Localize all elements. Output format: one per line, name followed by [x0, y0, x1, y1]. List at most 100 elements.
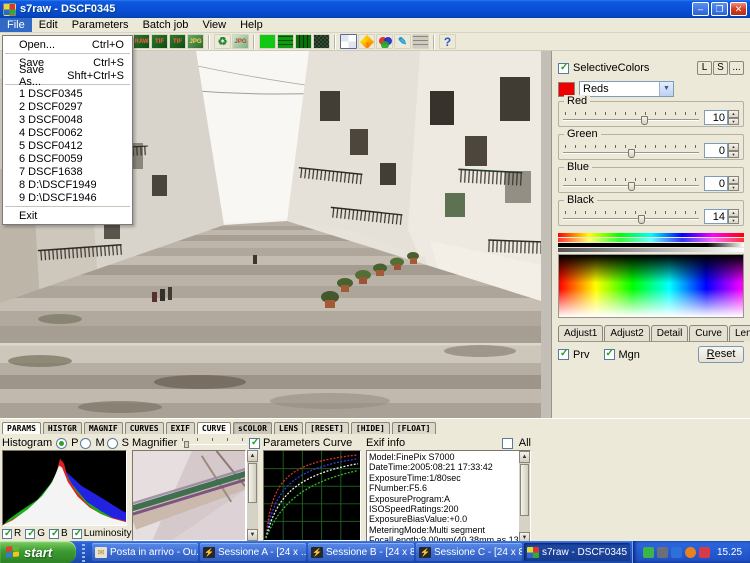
pen-tool-icon[interactable]: ✎ [394, 34, 411, 49]
menu-view[interactable]: View [195, 18, 233, 32]
tab-adjust2[interactable]: Adjust2 [604, 325, 649, 341]
tab-lens[interactable]: Lens [729, 325, 750, 341]
reload-icon[interactable]: ♻ [214, 34, 231, 49]
menu-help[interactable]: Help [233, 18, 270, 32]
rgb-channels-icon[interactable] [376, 34, 393, 49]
magnifier-scrollbar[interactable]: ▲ ▼ [246, 450, 258, 541]
menu-edit[interactable]: Edit [32, 18, 65, 32]
luminosity-checkbox[interactable] [72, 529, 82, 539]
black-spinner[interactable]: ▲▼ [728, 209, 739, 224]
histogram-radio-m[interactable] [80, 438, 91, 449]
menu-file[interactable]: File [0, 18, 32, 32]
menu-parameters[interactable]: Parameters [65, 18, 136, 32]
save-tif-icon[interactable]: TIF [151, 34, 168, 49]
help-icon[interactable]: ? [439, 34, 456, 49]
tab-reset[interactable]: [RESET] [305, 422, 349, 434]
task-outlook[interactable]: ✉ Posta in arrivo - Ou... [92, 543, 198, 561]
exif-scrollbar[interactable]: ▲ ▼ [518, 451, 530, 544]
menu-item-recent-2[interactable]: 2 DSCF0297 [3, 100, 132, 113]
tray-network-icon[interactable] [671, 547, 682, 558]
tile-windows-icon[interactable] [340, 34, 357, 49]
menu-item-recent-9[interactable]: 9 D:\DSCF1946 [3, 191, 132, 204]
scroll-down-icon[interactable]: ▼ [247, 529, 258, 541]
menu-item-save-as[interactable]: Save As...Shft+Ctrl+S [3, 69, 132, 82]
minimize-button[interactable]: – [692, 2, 709, 16]
scroll-up-icon[interactable]: ▲ [247, 450, 258, 462]
histogram-radio-p[interactable] [56, 438, 67, 449]
exif-all-checkbox[interactable] [502, 438, 513, 449]
exif-listbox[interactable]: Model:FinePix S7000 DateTime:2005:08:21 … [366, 450, 531, 545]
blue-spinner[interactable]: ▲▼ [728, 176, 739, 191]
menu-item-recent-1[interactable]: 1 DSCF0345 [3, 87, 132, 100]
jpg-preview-icon[interactable]: JPG [232, 34, 249, 49]
blue-slider[interactable] [563, 178, 699, 190]
preview-grid-icon[interactable] [277, 34, 294, 49]
task-sessione-a[interactable]: ⚡ Sessione A - [24 x ... [200, 543, 306, 561]
tab-histgr[interactable]: HISTGR [43, 422, 82, 434]
black-value[interactable]: 14 [704, 209, 728, 224]
magnifier-view[interactable] [132, 450, 246, 541]
tab-scolor[interactable]: sCOLOR [233, 422, 272, 434]
tab-lens-bottom[interactable]: LENS [274, 422, 303, 434]
save-raw-icon[interactable]: RAW [133, 34, 150, 49]
channel-dropdown[interactable]: Reds ▼ [579, 81, 674, 97]
save-settings-button[interactable]: S [713, 61, 728, 75]
magnifier-zoom-slider[interactable] [182, 438, 247, 448]
menu-item-recent-7[interactable]: 7 DSCF1638 [3, 165, 132, 178]
tab-float[interactable]: [FLOAT] [392, 422, 436, 434]
blue-value[interactable]: 0 [704, 176, 728, 191]
magnifier-checkbox[interactable] [249, 438, 260, 449]
green-spinner[interactable]: ▲▼ [728, 143, 739, 158]
preview-solid-icon[interactable] [259, 34, 276, 49]
menu-item-recent-6[interactable]: 6 DSCF0059 [3, 152, 132, 165]
black-slider[interactable] [563, 211, 699, 223]
tab-exif[interactable]: EXIF [166, 422, 195, 434]
save-jpg-icon[interactable]: JPG [187, 34, 204, 49]
selective-colors-checkbox[interactable] [558, 63, 569, 74]
grid-overlay-icon[interactable] [412, 34, 429, 49]
chevron-down-icon[interactable]: ▼ [659, 82, 673, 96]
tab-adjust1[interactable]: Adjust1 [558, 325, 603, 341]
task-s7raw[interactable]: s7raw - DSCF0345 [524, 543, 630, 561]
maximize-button[interactable]: ❐ [711, 2, 728, 16]
tray-phone-icon[interactable] [643, 547, 654, 558]
tab-detail[interactable]: Detail [651, 325, 689, 341]
gamut-warning-icon[interactable] [358, 34, 375, 49]
tray-java-icon[interactable] [685, 547, 696, 558]
menu-item-recent-8[interactable]: 8 D:\DSCF1949 [3, 178, 132, 191]
menu-item-recent-4[interactable]: 4 DSCF0062 [3, 126, 132, 139]
more-button[interactable]: ... [729, 61, 744, 75]
b-checkbox[interactable] [49, 529, 59, 539]
red-spinner[interactable]: ▲▼ [728, 110, 739, 125]
tab-curve-main[interactable]: CURVE [197, 422, 231, 434]
preview-dark-grid-icon[interactable] [295, 34, 312, 49]
menu-item-recent-3[interactable]: 3 DSCF0048 [3, 113, 132, 126]
tab-params[interactable]: PARAMS [2, 422, 41, 434]
close-button[interactable]: ✕ [730, 2, 747, 16]
task-sessione-b[interactable]: ⚡ Sessione B - [24 x 80] [308, 543, 414, 561]
scroll-up-icon[interactable]: ▲ [519, 451, 530, 463]
green-slider[interactable] [563, 145, 699, 157]
save-tif16-icon[interactable]: TIF [169, 34, 186, 49]
load-button[interactable]: L [697, 61, 712, 75]
menu-item-open[interactable]: Open...Ctrl+O [3, 38, 132, 51]
task-sessione-c[interactable]: ⚡ Sessione C - [24 x 80] [416, 543, 522, 561]
tray-device-icon[interactable] [657, 547, 668, 558]
start-button[interactable]: start [0, 541, 76, 563]
menu-item-exit[interactable]: Exit [3, 209, 132, 222]
tray-alert-icon[interactable] [699, 547, 710, 558]
green-value[interactable]: 0 [704, 143, 728, 158]
g-checkbox[interactable] [25, 529, 35, 539]
mgn-checkbox[interactable] [604, 349, 615, 360]
color-spectrum-picker[interactable] [558, 254, 744, 318]
menu-batch-job[interactable]: Batch job [136, 18, 196, 32]
tab-curves[interactable]: CURVES [125, 422, 164, 434]
quick-launch-handle[interactable] [78, 542, 90, 562]
red-value[interactable]: 10 [704, 110, 728, 125]
menu-item-recent-5[interactable]: 5 DSCF0412 [3, 139, 132, 152]
r-checkbox[interactable] [2, 529, 12, 539]
histogram-radio-s[interactable] [107, 438, 118, 449]
red-slider[interactable] [563, 112, 699, 124]
preview-dot-grid-icon[interactable] [313, 34, 330, 49]
tab-curve[interactable]: Curve [689, 325, 728, 341]
